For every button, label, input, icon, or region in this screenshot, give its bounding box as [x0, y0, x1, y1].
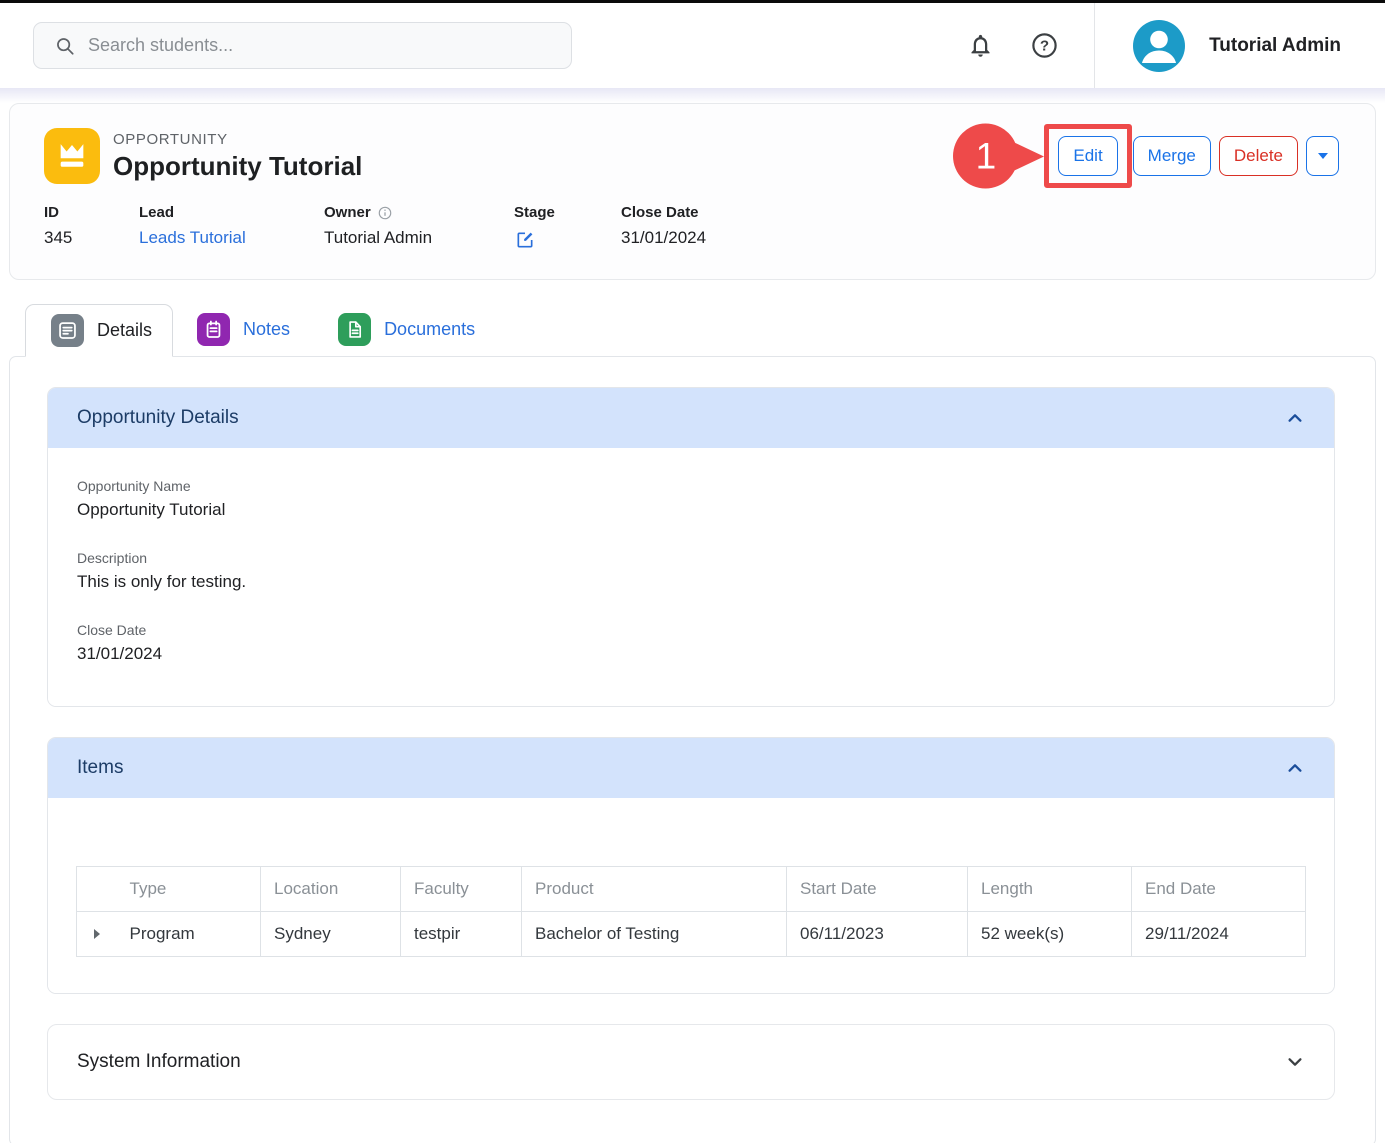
search-icon [54, 35, 76, 57]
cell-location: Sydney [261, 912, 401, 957]
notifications-bell-icon[interactable] [958, 24, 1002, 68]
details-tab-panel: Opportunity Details Opportunity Name Opp… [9, 356, 1376, 1143]
chevron-up-icon [1282, 755, 1308, 781]
system-information-section[interactable]: System Information [47, 1024, 1335, 1100]
cell-type: Program [117, 912, 261, 957]
avatar [1133, 20, 1185, 72]
svg-text:?: ? [1039, 38, 1048, 55]
column-header-start-date: Start Date [787, 867, 968, 912]
meta-owner: Owner Tutorial Admin [324, 204, 514, 253]
meta-lead: Lead Leads Tutorial [139, 204, 324, 253]
meta-close-date: Close Date 31/01/2024 [621, 204, 706, 253]
delete-button[interactable]: Delete [1219, 136, 1298, 176]
expand-column-header [77, 867, 117, 912]
notes-tab-icon [197, 313, 230, 346]
annotation-step-balloon: 1 [953, 124, 1018, 189]
expand-row-icon[interactable] [90, 925, 104, 943]
opportunity-details-header[interactable]: Opportunity Details [48, 388, 1334, 448]
meta-lead-label: Lead [139, 204, 324, 221]
field-value: Opportunity Tutorial [77, 500, 1304, 520]
meta-stage-label: Stage [514, 204, 621, 221]
meta-id: ID 345 [44, 204, 139, 253]
field-label: Description [77, 550, 1304, 566]
info-icon [377, 205, 393, 221]
system-information-title: System Information [77, 1051, 241, 1073]
meta-id-value: 345 [44, 228, 139, 248]
cell-product: Bachelor of Testing [522, 912, 787, 957]
opportunity-crown-icon [44, 128, 100, 184]
meta-owner-label: Owner [324, 204, 371, 221]
meta-id-label: ID [44, 204, 139, 221]
tab-notes-label: Notes [243, 319, 290, 340]
documents-tab-icon [338, 313, 371, 346]
field-label: Opportunity Name [77, 478, 1304, 494]
header-actions: 1 Edit Merge Delete [1044, 124, 1339, 188]
search-input[interactable] [88, 35, 557, 56]
chevron-down-icon [1282, 1049, 1308, 1075]
column-header-length: Length [968, 867, 1132, 912]
lead-link[interactable]: Leads Tutorial [139, 228, 324, 248]
user-name: Tutorial Admin [1209, 35, 1341, 57]
annotation-highlight-box: 1 Edit [1044, 124, 1131, 188]
user-menu[interactable]: Tutorial Admin [1095, 20, 1385, 72]
help-icon[interactable]: ? [1022, 24, 1066, 68]
meta-stage: Stage [514, 204, 621, 253]
expand-row-cell [77, 912, 117, 957]
items-body: Type Location Faculty Product Start Date… [48, 798, 1334, 993]
edit-button[interactable]: Edit [1058, 136, 1117, 176]
entity-label: OPPORTUNITY [113, 131, 362, 148]
opportunity-header-card: OPPORTUNITY Opportunity Tutorial 1 Edit … [9, 103, 1376, 280]
items-header[interactable]: Items [48, 738, 1334, 798]
chevron-down-icon [1318, 153, 1328, 159]
field-description: Description This is only for testing. [77, 550, 1304, 592]
merge-button[interactable]: Merge [1133, 136, 1211, 176]
tab-documents-label: Documents [384, 319, 475, 340]
cell-faculty: testpir [401, 912, 522, 957]
opportunity-details-section: Opportunity Details Opportunity Name Opp… [47, 387, 1335, 707]
tab-details-label: Details [97, 320, 152, 341]
cell-end-date: 29/11/2024 [1132, 912, 1306, 957]
header-titles: OPPORTUNITY Opportunity Tutorial [113, 131, 362, 182]
meta-close-date-label: Close Date [621, 204, 706, 221]
more-actions-button[interactable] [1306, 136, 1339, 176]
items-table-header-row: Type Location Faculty Product Start Date… [77, 867, 1306, 912]
tab-strip: Details Notes Documents [9, 303, 1376, 356]
meta-close-date-value: 31/01/2024 [621, 228, 706, 248]
caret-right-icon [94, 929, 100, 939]
cell-start-date: 06/11/2023 [787, 912, 968, 957]
column-header-type: Type [117, 867, 261, 912]
annotation-step-number: 1 [976, 135, 997, 177]
topbar-shadow [0, 88, 1385, 103]
field-opportunity-name: Opportunity Name Opportunity Tutorial [77, 478, 1304, 520]
column-header-end-date: End Date [1132, 867, 1306, 912]
opportunity-details-title: Opportunity Details [77, 407, 239, 429]
opportunity-details-body: Opportunity Name Opportunity Tutorial De… [48, 448, 1334, 706]
tab-documents[interactable]: Documents [314, 303, 499, 356]
field-value: 31/01/2024 [77, 644, 1304, 664]
header-top-row: OPPORTUNITY Opportunity Tutorial 1 Edit … [10, 104, 1375, 194]
column-header-location: Location [261, 867, 401, 912]
tab-notes[interactable]: Notes [173, 303, 314, 356]
table-row[interactable]: Program Sydney testpir Bachelor of Testi… [77, 912, 1306, 957]
topbar: ? Tutorial Admin [0, 3, 1385, 88]
meta-owner-label-row: Owner [324, 204, 514, 221]
meta-row: ID 345 Lead Leads Tutorial Owner Tutoria… [10, 194, 1375, 279]
field-close-date: Close Date 31/01/2024 [77, 622, 1304, 664]
search-box[interactable] [33, 22, 572, 69]
items-table: Type Location Faculty Product Start Date… [76, 866, 1306, 957]
page-title: Opportunity Tutorial [113, 151, 362, 182]
items-title: Items [77, 757, 123, 779]
meta-owner-value: Tutorial Admin [324, 228, 514, 248]
details-tab-icon [51, 314, 84, 347]
stage-edit-icon[interactable] [514, 230, 536, 253]
field-label: Close Date [77, 622, 1304, 638]
cell-length: 52 week(s) [968, 912, 1132, 957]
chevron-up-icon [1282, 405, 1308, 431]
column-header-faculty: Faculty [401, 867, 522, 912]
items-section: Items Type Location Faculty Product Star… [47, 737, 1335, 994]
column-header-product: Product [522, 867, 787, 912]
tab-details[interactable]: Details [25, 304, 173, 357]
field-value: This is only for testing. [77, 572, 1304, 592]
